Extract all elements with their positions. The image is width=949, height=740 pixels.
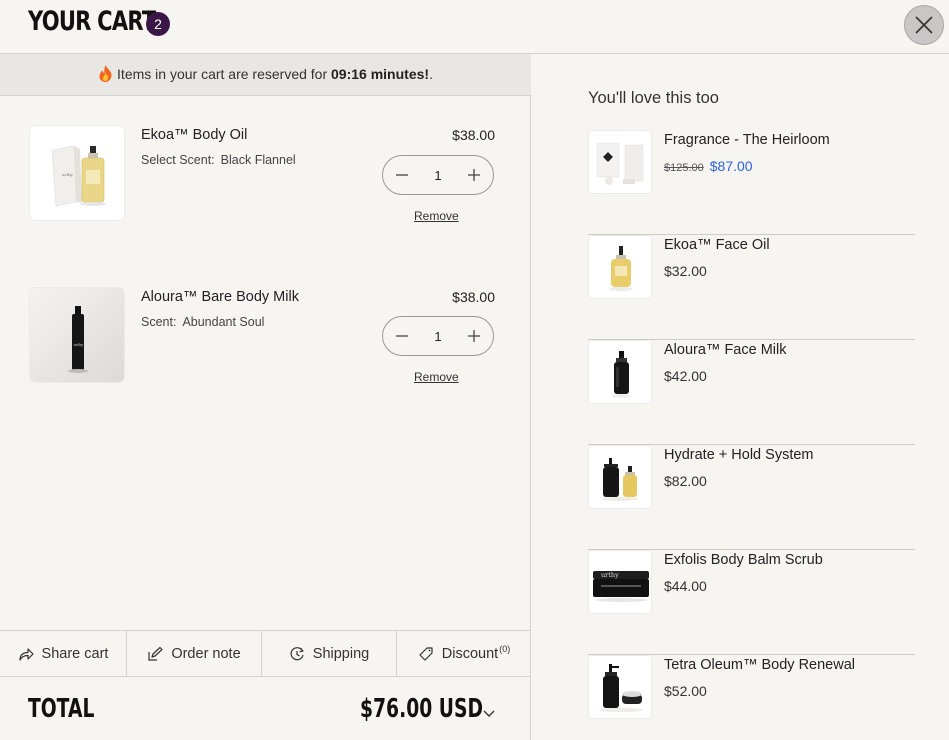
product-image-ekoa-body-oil[interactable]: urthy xyxy=(29,125,125,221)
increase-quantity-button[interactable] xyxy=(465,166,483,184)
discount-count: (0) xyxy=(499,643,511,654)
shipping-clock-icon xyxy=(290,646,304,660)
share-cart-button[interactable]: Share cart xyxy=(0,631,127,676)
svg-text:urthy: urthy xyxy=(601,571,619,579)
total-breakdown-toggle[interactable] xyxy=(482,706,496,724)
decrease-quantity-button[interactable] xyxy=(393,166,411,184)
recommendation-image[interactable] xyxy=(588,235,652,299)
recommendation-item[interactable]: Ekoa™ Face Oil $32.00 xyxy=(588,235,915,340)
cart-item: urthy Ekoa™ Body Oil Select Scent: Black … xyxy=(29,125,499,235)
recommendation-name[interactable]: Ekoa™ Face Oil xyxy=(664,237,770,253)
remove-item-link[interactable]: Remove xyxy=(414,209,459,223)
cart-item: urthy Aloura™ Bare Body Milk Scent: Abund… xyxy=(29,287,499,397)
variant-value: Black Flannel xyxy=(220,153,296,167)
recommendation-price: $32.00 xyxy=(664,263,707,279)
recommendation-image[interactable] xyxy=(588,340,652,404)
share-icon xyxy=(18,647,34,661)
order-note-label: Order note xyxy=(171,645,241,662)
quantity-stepper: 1 xyxy=(382,316,494,356)
product-thumbnail xyxy=(589,656,651,718)
item-price: $38.00 xyxy=(452,289,495,305)
cart-actions-bar: Share cart Order note Shipping Discount(… xyxy=(0,630,531,677)
recommendation-item[interactable]: Fragrance - The Heirloom $125.00 $87.00 xyxy=(588,130,915,235)
cart-header: YOUR CART 2 xyxy=(0,0,949,54)
recommendation-item[interactable]: urthy Exfolis Body Balm Scrub $44.00 xyxy=(588,550,915,655)
recommendations-panel: You'll love this too Fragrance - The Hei… xyxy=(532,54,949,740)
compare-at-price: $125.00 xyxy=(664,162,704,174)
item-name[interactable]: Aloura™ Bare Body Milk xyxy=(141,289,299,305)
tag-icon xyxy=(419,646,433,661)
product-thumbnail xyxy=(589,341,651,403)
fire-icon xyxy=(99,65,112,82)
recommendation-price: $125.00 $87.00 xyxy=(664,158,753,174)
recommendation-name[interactable]: Fragrance - The Heirloom xyxy=(664,132,830,148)
recommendation-item[interactable]: Aloura™ Face Milk $42.00 xyxy=(588,340,915,445)
plus-icon xyxy=(467,330,480,342)
total-label: TOTAL xyxy=(28,694,95,724)
banner-text: Items in your cart are reserved for xyxy=(117,66,328,82)
minus-icon xyxy=(396,335,408,337)
recommendation-name[interactable]: Tetra Oleum™ Body Renewal xyxy=(664,657,855,673)
recommendation-price: $44.00 xyxy=(664,578,707,594)
chevron-down-icon xyxy=(483,710,495,717)
recommendation-image[interactable] xyxy=(588,130,652,194)
svg-text:urthy: urthy xyxy=(62,172,74,177)
close-icon xyxy=(915,16,933,34)
product-thumbnail: urthy xyxy=(30,126,124,220)
cart-title: YOUR CART xyxy=(28,6,156,37)
note-edit-icon xyxy=(148,646,163,661)
variant-label: Select Scent: xyxy=(141,153,215,167)
product-image-aloura-bare-body-milk[interactable]: urthy xyxy=(29,287,125,383)
recommendation-name[interactable]: Exfolis Body Balm Scrub xyxy=(664,552,823,568)
variant-value: Abundant Soul xyxy=(182,315,265,329)
recommendation-price: $52.00 xyxy=(664,683,707,699)
recommendations-title: You'll love this too xyxy=(588,89,719,107)
reservation-timer: 09:16 minutes! xyxy=(331,66,430,82)
sale-price: $87.00 xyxy=(709,158,753,174)
recommendation-name[interactable]: Hydrate + Hold System xyxy=(664,447,814,463)
recommendation-image[interactable] xyxy=(588,445,652,509)
order-note-button[interactable]: Order note xyxy=(127,631,262,676)
quantity-input[interactable]: 1 xyxy=(434,329,441,344)
recommendation-image[interactable]: urthy xyxy=(588,550,652,614)
shipping-button[interactable]: Shipping xyxy=(262,631,397,676)
shipping-label: Shipping xyxy=(312,645,370,662)
plus-icon xyxy=(467,169,480,181)
recommendation-price: $42.00 xyxy=(664,368,707,384)
recommendation-price: $82.00 xyxy=(664,473,707,489)
cart-count-badge: 2 xyxy=(146,12,170,36)
product-thumbnail: urthy xyxy=(30,288,124,382)
banner-suffix: . xyxy=(429,66,433,82)
variant-label: Scent: xyxy=(141,315,177,329)
item-variant: Select Scent: Black Flannel xyxy=(141,153,296,167)
item-name[interactable]: Ekoa™ Body Oil xyxy=(141,127,247,143)
product-thumbnail xyxy=(589,236,651,298)
discount-button[interactable]: Discount (0) xyxy=(397,631,531,676)
recommendation-item[interactable]: Tetra Oleum™ Body Renewal $52.00 xyxy=(588,655,915,740)
decrease-quantity-button[interactable] xyxy=(393,327,411,345)
reservation-banner: Items in your cart are reserved for 09:1… xyxy=(0,54,531,96)
increase-quantity-button[interactable] xyxy=(465,327,483,345)
close-cart-button[interactable] xyxy=(904,5,944,45)
share-cart-label: Share cart xyxy=(41,645,109,662)
item-variant: Scent: Abundant Soul xyxy=(141,315,264,329)
item-price: $38.00 xyxy=(452,127,495,143)
cart-items-panel: Items in your cart are reserved for 09:1… xyxy=(0,54,531,740)
product-thumbnail: urthy xyxy=(589,551,651,613)
product-thumbnail xyxy=(589,446,651,508)
recommendation-item[interactable]: Hydrate + Hold System $82.00 xyxy=(588,445,915,550)
recommendation-name[interactable]: Aloura™ Face Milk xyxy=(664,342,786,358)
product-thumbnail xyxy=(589,131,651,193)
total-value: $76.00 USD xyxy=(360,694,483,724)
remove-item-link[interactable]: Remove xyxy=(414,370,459,384)
svg-text:urthy: urthy xyxy=(74,343,84,347)
recommendation-image[interactable] xyxy=(588,655,652,719)
quantity-input[interactable]: 1 xyxy=(434,168,441,183)
discount-label: Discount xyxy=(441,645,499,662)
minus-icon xyxy=(396,174,408,176)
quantity-stepper: 1 xyxy=(382,155,494,195)
